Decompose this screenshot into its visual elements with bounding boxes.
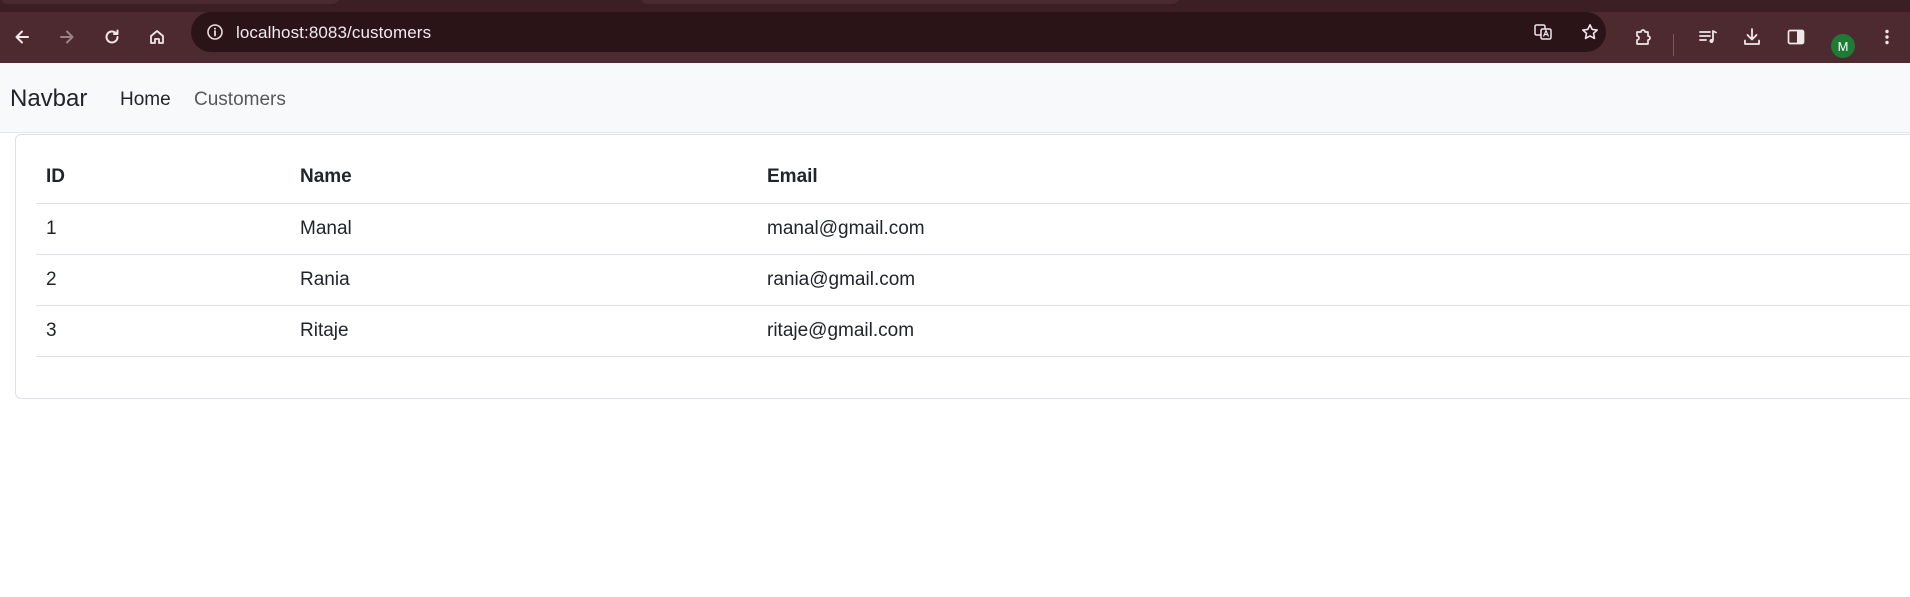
media-queue-button[interactable] (1691, 20, 1725, 54)
tab-strip (0, 0, 1910, 12)
downloads-button[interactable] (1735, 20, 1769, 54)
translate-button[interactable] (1529, 18, 1557, 46)
column-header-name: Name (290, 152, 757, 204)
table-row: 1 Manal manal@gmail.com (36, 203, 1910, 255)
media-queue-icon (1699, 30, 1717, 43)
cell-name: Manal (290, 203, 757, 255)
cell-email: ritaje@gmail.com (757, 305, 1910, 357)
cell-email: rania@gmail.com (757, 254, 1910, 306)
table-row: 3 Ritaje ritaje@gmail.com (36, 305, 1910, 357)
reload-icon (105, 29, 119, 44)
nav-link-customers[interactable]: Customers (194, 89, 286, 111)
cell-id: 2 (36, 254, 290, 306)
table-row: 2 Rania rania@gmail.com (36, 254, 1910, 306)
extensions-button[interactable] (1626, 20, 1660, 54)
cell-id: 3 (36, 305, 290, 357)
cell-email: manal@gmail.com (757, 203, 1910, 255)
nav-link-home[interactable]: Home (120, 89, 171, 111)
side-panel-icon (1787, 29, 1805, 45)
kebab-menu-icon (1885, 29, 1889, 45)
url-text[interactable]: localhost:8083/customers (236, 23, 431, 43)
home-button[interactable] (140, 20, 174, 54)
column-header-id: ID (36, 152, 290, 204)
translate-icon (1534, 24, 1552, 40)
navbar: Navbar Home Customers (0, 63, 1910, 133)
arrow-right-icon (60, 30, 74, 44)
customers-card: ID Name Email 1 Manal manal@gmail.com 2 … (15, 134, 1910, 399)
cell-name: Ritaje (290, 305, 757, 357)
column-header-email: Email (757, 152, 1910, 204)
profile-avatar[interactable]: M (1831, 34, 1855, 58)
table-header-row: ID Name Email (36, 152, 1910, 204)
toolbar-separator (1673, 34, 1674, 56)
side-panel-button[interactable] (1779, 20, 1813, 54)
arrow-left-icon (15, 30, 29, 44)
forward-button[interactable] (50, 20, 84, 54)
navbar-brand[interactable]: Navbar (10, 85, 87, 113)
customers-table: ID Name Email 1 Manal manal@gmail.com 2 … (36, 152, 1910, 357)
puzzle-icon (1636, 29, 1651, 45)
download-icon (1744, 28, 1760, 45)
browser-menu-button[interactable] (1870, 20, 1904, 54)
site-info-button[interactable] (201, 18, 229, 46)
home-icon (150, 30, 164, 44)
info-icon (207, 24, 223, 40)
back-button[interactable] (5, 20, 39, 54)
tab-edge (0, 0, 340, 4)
cell-id: 1 (36, 203, 290, 255)
cell-name: Rania (290, 254, 757, 306)
address-bar[interactable]: localhost:8083/customers (191, 12, 1606, 52)
reload-button[interactable] (95, 20, 129, 54)
star-icon (1582, 24, 1598, 40)
browser-toolbar: localhost:8083/customers M (0, 12, 1910, 63)
tab-edge (640, 0, 1180, 4)
bookmark-button[interactable] (1576, 18, 1604, 46)
